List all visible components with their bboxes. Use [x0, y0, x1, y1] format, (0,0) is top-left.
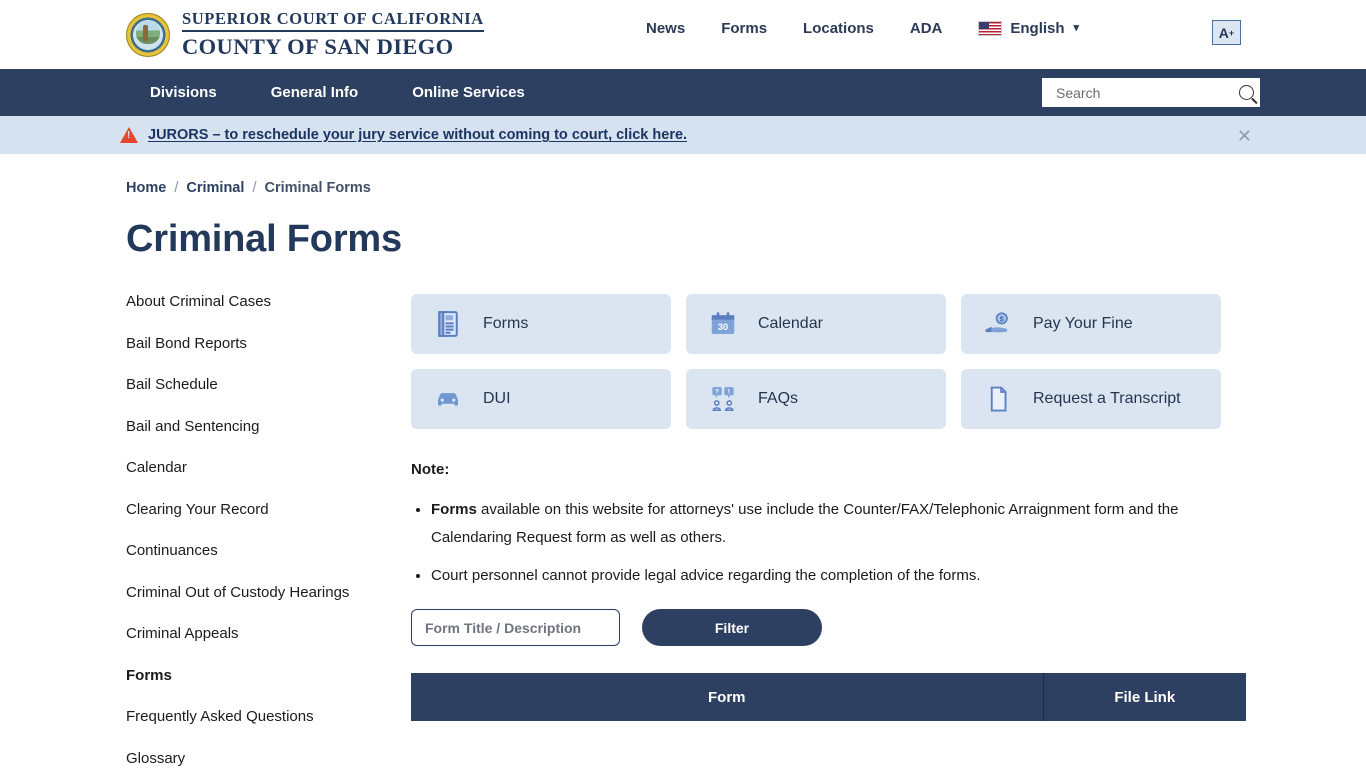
- sidebar-item-criminal-appeals[interactable]: Criminal Appeals: [126, 625, 411, 643]
- note-list: Forms available on this website for atto…: [411, 496, 1246, 589]
- quick-links-grid: Forms 30 Calendar $ Pay Your Fine DUI ? …: [411, 294, 1246, 429]
- main-nav-links: Divisions General Info Online Services: [150, 84, 579, 101]
- search-icon[interactable]: [1239, 85, 1254, 100]
- logo-line-2: COUNTY OF SAN DIEGO: [182, 34, 454, 59]
- language-label: English: [1010, 20, 1065, 37]
- alert-content: JURORS – to reschedule your jury service…: [120, 127, 687, 143]
- tile-label: Pay Your Fine: [1033, 315, 1133, 332]
- topnav-item-forms[interactable]: Forms: [721, 20, 803, 37]
- sidebar-item-frequently-asked-questions[interactable]: Frequently Asked Questions: [126, 708, 411, 726]
- filter-button[interactable]: Filter: [642, 609, 822, 647]
- sidebar-item-clearing-your-record[interactable]: Clearing Your Record: [126, 501, 411, 519]
- document-forms-icon: [433, 309, 463, 339]
- tile-faqs[interactable]: ? ! FAQs: [686, 369, 946, 429]
- language-selector[interactable]: English ▾: [978, 20, 1079, 37]
- tile-label: Request a Transcript: [1033, 390, 1181, 407]
- search-input[interactable]: [1054, 83, 1239, 102]
- breadcrumb: Home / Criminal / Criminal Forms: [126, 180, 1240, 196]
- tile-label: FAQs: [758, 390, 799, 407]
- california-state-seal-icon: [126, 12, 170, 57]
- tile-forms[interactable]: Forms: [411, 294, 671, 354]
- breadcrumb-item-criminal[interactable]: Criminal: [186, 180, 244, 196]
- breadcrumb-separator: /: [252, 180, 257, 196]
- column-header-file-link[interactable]: File Link: [1043, 673, 1246, 722]
- sidebar-item-continuances[interactable]: Continuances: [126, 542, 411, 560]
- topnav-item-news[interactable]: News: [646, 20, 721, 37]
- text-size-button[interactable]: A +: [1212, 20, 1241, 45]
- svg-text:?: ?: [715, 389, 719, 396]
- topnav-item-ada[interactable]: ADA: [910, 20, 979, 37]
- logo-text: SUPERIOR COURT OF CALIFORNIA COUNTY OF S…: [182, 10, 484, 59]
- sidebar-item-forms[interactable]: Forms: [126, 667, 411, 685]
- faq-speech-icon: ? !: [708, 384, 738, 414]
- page-corner-icon: [983, 384, 1013, 414]
- section-sidebar: About Criminal Cases Bail Bond Reports B…: [126, 293, 411, 768]
- calendar-30-icon: 30: [708, 309, 738, 339]
- utility-nav: News Forms Locations ADA English ▾: [646, 20, 1079, 37]
- note-item-text: Court personnel cannot provide legal adv…: [431, 566, 981, 584]
- page-content: Home / Criminal / Criminal Forms Crimina…: [0, 180, 1366, 768]
- sidebar-item-about-criminal-cases[interactable]: About Criminal Cases: [126, 293, 411, 311]
- tile-dui[interactable]: DUI: [411, 369, 671, 429]
- nav-item-online-services[interactable]: Online Services: [412, 84, 525, 101]
- chevron-down-icon: ▾: [1073, 22, 1080, 34]
- close-icon[interactable]: ✕: [1237, 127, 1252, 145]
- site-logo[interactable]: SUPERIOR COURT OF CALIFORNIA COUNTY OF S…: [126, 10, 484, 59]
- alert-banner: JURORS – to reschedule your jury service…: [0, 116, 1366, 154]
- note-item: Court personnel cannot provide legal adv…: [431, 562, 1246, 590]
- text-size-label: A: [1218, 24, 1229, 41]
- main-column: Forms 30 Calendar $ Pay Your Fine DUI ? …: [411, 294, 1246, 768]
- tile-calendar[interactable]: 30 Calendar: [686, 294, 946, 354]
- column-header-form[interactable]: Form: [411, 673, 1044, 722]
- sidebar-item-bail-bond-reports[interactable]: Bail Bond Reports: [126, 335, 411, 353]
- tile-label: DUI: [483, 390, 511, 407]
- site-header: SUPERIOR COURT OF CALIFORNIA COUNTY OF S…: [0, 0, 1366, 69]
- tile-label: Forms: [483, 315, 529, 332]
- svg-text:!: !: [728, 389, 730, 396]
- filter-controls: Filter: [411, 609, 1246, 647]
- warning-triangle-icon: [120, 127, 138, 143]
- breadcrumb-item-home[interactable]: Home: [126, 180, 166, 196]
- forms-table-head: Form File Link: [411, 673, 1246, 722]
- text-size-sup: +: [1228, 27, 1235, 38]
- form-title-description-input[interactable]: [411, 609, 620, 647]
- breadcrumb-item-current: Criminal Forms: [264, 180, 371, 196]
- sidebar-item-criminal-out-of-custody-hearings[interactable]: Criminal Out of Custody Hearings: [126, 584, 411, 602]
- forms-table: Form File Link: [411, 673, 1246, 722]
- forms-table-wrapper: Form File Link: [411, 673, 1246, 722]
- content-columns: About Criminal Cases Bail Bond Reports B…: [126, 293, 1246, 768]
- note-item-text: available on this website for attorneys'…: [431, 501, 1179, 546]
- page-title: Criminal Forms: [126, 218, 402, 260]
- svg-text:30: 30: [718, 322, 728, 332]
- tile-label: Calendar: [758, 315, 823, 332]
- sidebar-item-bail-and-sentencing[interactable]: Bail and Sentencing: [126, 418, 411, 436]
- hand-coin-icon: $: [983, 309, 1013, 339]
- table-header-row: Form File Link: [411, 673, 1246, 722]
- topnav-item-locations[interactable]: Locations: [803, 20, 910, 37]
- nav-item-general-info[interactable]: General Info: [271, 84, 359, 101]
- page-root: SUPERIOR COURT OF CALIFORNIA COUNTY OF S…: [0, 0, 1366, 768]
- note-item: Forms available on this website for atto…: [431, 496, 1246, 552]
- sidebar-item-glossary[interactable]: Glossary: [126, 750, 411, 768]
- breadcrumb-separator: /: [174, 180, 179, 196]
- sidebar-item-calendar[interactable]: Calendar: [126, 459, 411, 477]
- tile-request-a-transcript[interactable]: Request a Transcript: [961, 369, 1221, 429]
- note-item-bold: Forms: [431, 501, 477, 518]
- sidebar-item-bail-schedule[interactable]: Bail Schedule: [126, 376, 411, 394]
- tile-pay-your-fine[interactable]: $ Pay Your Fine: [961, 294, 1221, 354]
- note-heading: Note:: [411, 461, 450, 478]
- nav-item-divisions[interactable]: Divisions: [150, 84, 217, 101]
- car-icon: [433, 384, 463, 414]
- logo-line-1: SUPERIOR COURT OF CALIFORNIA: [182, 10, 484, 32]
- search-box[interactable]: [1042, 78, 1260, 107]
- main-navigation: Divisions General Info Online Services: [0, 69, 1366, 116]
- us-flag-icon: [978, 21, 1003, 36]
- alert-link[interactable]: JURORS – to reschedule your jury service…: [148, 127, 687, 143]
